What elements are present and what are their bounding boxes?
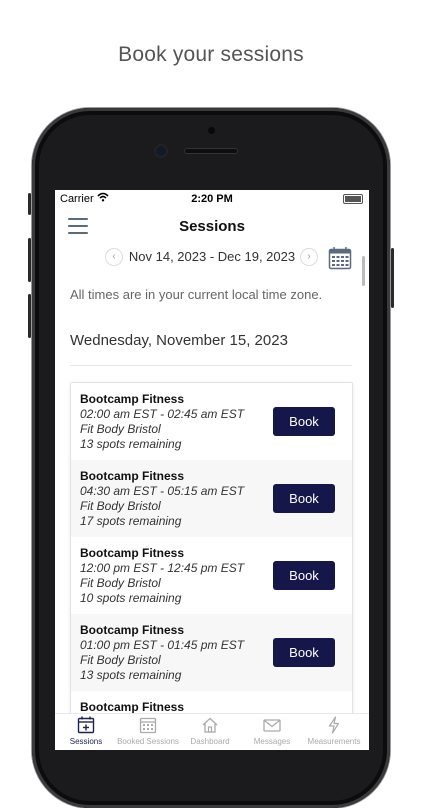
- tab-dashboard[interactable]: Dashboard: [179, 714, 241, 750]
- book-button[interactable]: Book: [273, 561, 335, 590]
- earpiece-speaker: [184, 148, 238, 154]
- tab-label: Dashboard: [190, 737, 230, 746]
- session-name: Bootcamp Fitness: [80, 392, 185, 406]
- home-icon: [201, 716, 219, 734]
- tab-measurements[interactable]: Measurements: [303, 714, 365, 750]
- tab-label: Sessions: [69, 737, 103, 746]
- volume-down-button: [28, 294, 31, 338]
- session-spots: 10 spots remaining: [80, 591, 182, 605]
- session-card: Bootcamp Fitness 04:30 am EST - 05:15 am…: [71, 460, 352, 537]
- page-headline: Book your sessions: [118, 43, 304, 66]
- book-button[interactable]: Book: [273, 638, 335, 667]
- session-list: Bootcamp Fitness 02:00 am EST - 02:45 am…: [70, 382, 353, 750]
- date-range-selector: ‹ Nov 14, 2023 - Dec 19, 2023 ›: [55, 246, 369, 272]
- envelope-icon: [263, 716, 281, 734]
- tab-messages[interactable]: Messages: [241, 714, 303, 750]
- volume-up-button: [28, 238, 31, 282]
- tab-label: Booked Sessions: [117, 737, 179, 746]
- session-time: 01:00 pm EST - 01:45 pm EST: [80, 638, 245, 652]
- session-location: Fit Body Bristol: [80, 499, 161, 513]
- bolt-icon: [325, 716, 343, 734]
- status-bar: Carrier 2:20 PM: [55, 190, 369, 208]
- session-time: 12:00 pm EST - 12:45 pm EST: [80, 561, 245, 575]
- session-name: Bootcamp Fitness: [80, 623, 185, 637]
- session-spots: 13 spots remaining: [80, 668, 182, 682]
- battery-icon: [343, 194, 363, 204]
- tab-bar: Sessions Booked Sessions Dashboard Messa…: [55, 713, 369, 750]
- session-time: 04:30 am EST - 05:15 am EST: [80, 484, 245, 498]
- mute-switch: [28, 193, 31, 215]
- session-location: Fit Body Bristol: [80, 653, 161, 667]
- nav-bar: Sessions: [55, 208, 369, 244]
- page-title: Sessions: [179, 218, 245, 235]
- session-card: Bootcamp Fitness 02:00 am EST - 02:45 am…: [71, 383, 352, 460]
- divider: [70, 365, 352, 366]
- book-button[interactable]: Book: [273, 407, 335, 436]
- calendar-grid-icon: [139, 716, 157, 734]
- session-name: Bootcamp Fitness: [80, 700, 185, 714]
- session-time: 02:00 am EST - 02:45 am EST: [80, 407, 245, 421]
- tab-label: Messages: [253, 737, 291, 746]
- timezone-note: All times are in your current local time…: [70, 287, 323, 302]
- date-range-label: Nov 14, 2023 - Dec 19, 2023: [128, 249, 296, 264]
- front-camera: [156, 146, 166, 156]
- tab-sessions[interactable]: Sessions: [55, 714, 117, 750]
- session-card: Bootcamp Fitness 01:00 pm EST - 01:45 pm…: [71, 614, 352, 691]
- session-location: Fit Body Bristol: [80, 576, 161, 590]
- power-button: [391, 248, 394, 308]
- app-screen: Carrier 2:20 PM Sessions ‹ Nov 14, 2023 …: [55, 190, 369, 750]
- tab-label: Measurements: [307, 737, 361, 746]
- book-button[interactable]: Book: [273, 484, 335, 513]
- scroll-indicator[interactable]: [362, 256, 365, 286]
- session-location: Fit Body Bristol: [80, 422, 161, 436]
- proximity-sensor: [208, 127, 215, 134]
- calendar-plus-icon: [77, 716, 95, 734]
- session-name: Bootcamp Fitness: [80, 469, 185, 483]
- session-card: Bootcamp Fitness 12:00 pm EST - 12:45 pm…: [71, 537, 352, 614]
- day-heading: Wednesday, November 15, 2023: [70, 332, 288, 349]
- calendar-icon[interactable]: [328, 246, 352, 270]
- session-name: Bootcamp Fitness: [80, 546, 185, 560]
- clock: 2:20 PM: [191, 193, 233, 205]
- tab-booked-sessions[interactable]: Booked Sessions: [117, 714, 179, 750]
- session-spots: 13 spots remaining: [80, 437, 182, 451]
- session-spots: 17 spots remaining: [80, 514, 182, 528]
- chevron-right-icon[interactable]: ›: [300, 248, 318, 266]
